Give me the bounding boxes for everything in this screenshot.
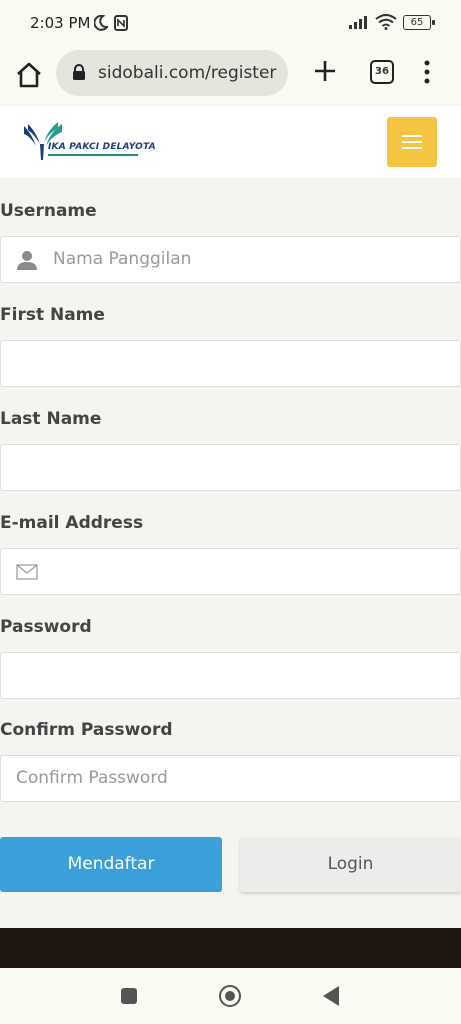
wifi-icon xyxy=(375,14,397,30)
email-input[interactable] xyxy=(0,548,461,595)
home-button-icon[interactable] xyxy=(219,985,241,1007)
nfc-icon xyxy=(114,15,128,31)
menu-bar-icon xyxy=(402,147,422,149)
first-name-label: First Name xyxy=(0,305,105,325)
register-button[interactable]: Mendaftar xyxy=(0,837,222,892)
signal-icon xyxy=(349,16,367,29)
username-placeholder: Nama Panggilan xyxy=(53,249,192,269)
status-time: 2:03 PM xyxy=(30,14,91,32)
confirm-password-placeholder: Confirm Password xyxy=(16,768,168,788)
address-bar[interactable]: sidobali.com/register xyxy=(56,50,288,96)
recent-apps-icon[interactable] xyxy=(121,988,137,1004)
login-button[interactable]: Login xyxy=(240,837,461,892)
user-icon xyxy=(17,251,37,270)
battery-icon: 65 xyxy=(403,14,435,30)
system-nav-bar xyxy=(0,968,461,1024)
menu-bar-icon xyxy=(402,135,422,137)
password-label: Password xyxy=(0,617,92,637)
home-icon[interactable] xyxy=(14,60,44,90)
envelope-icon xyxy=(16,564,38,580)
last-name-label: Last Name xyxy=(0,409,102,429)
moon-icon xyxy=(94,15,108,31)
confirm-password-input[interactable]: Confirm Password xyxy=(0,755,461,802)
first-name-input[interactable] xyxy=(0,340,461,387)
confirm-password-label: Confirm Password xyxy=(0,720,173,740)
email-label: E-mail Address xyxy=(0,513,144,533)
status-icons: 65 xyxy=(349,14,435,30)
url-text: sidobali.com/register xyxy=(98,63,277,83)
more-options-icon[interactable] xyxy=(420,58,434,86)
tab-switcher-button[interactable]: 36 xyxy=(370,60,394,84)
logo-underline xyxy=(48,154,138,156)
status-bar: 2:03 PM 65 xyxy=(0,0,461,48)
last-name-input[interactable] xyxy=(0,444,461,491)
site-header: IKA PAKCI DELAYOTA xyxy=(0,106,461,178)
new-tab-icon[interactable] xyxy=(312,58,338,84)
menu-button[interactable] xyxy=(387,117,437,167)
menu-bar-icon xyxy=(402,141,422,143)
back-icon[interactable] xyxy=(323,986,339,1006)
logo-text: IKA PAKCI DELAYOTA xyxy=(48,142,156,152)
lock-icon xyxy=(73,64,85,80)
browser-toolbar: sidobali.com/register 36 xyxy=(0,48,461,104)
username-label: Username xyxy=(0,201,97,221)
username-input[interactable]: Nama Panggilan xyxy=(0,236,461,283)
password-input[interactable] xyxy=(0,652,461,699)
site-footer xyxy=(0,928,461,968)
